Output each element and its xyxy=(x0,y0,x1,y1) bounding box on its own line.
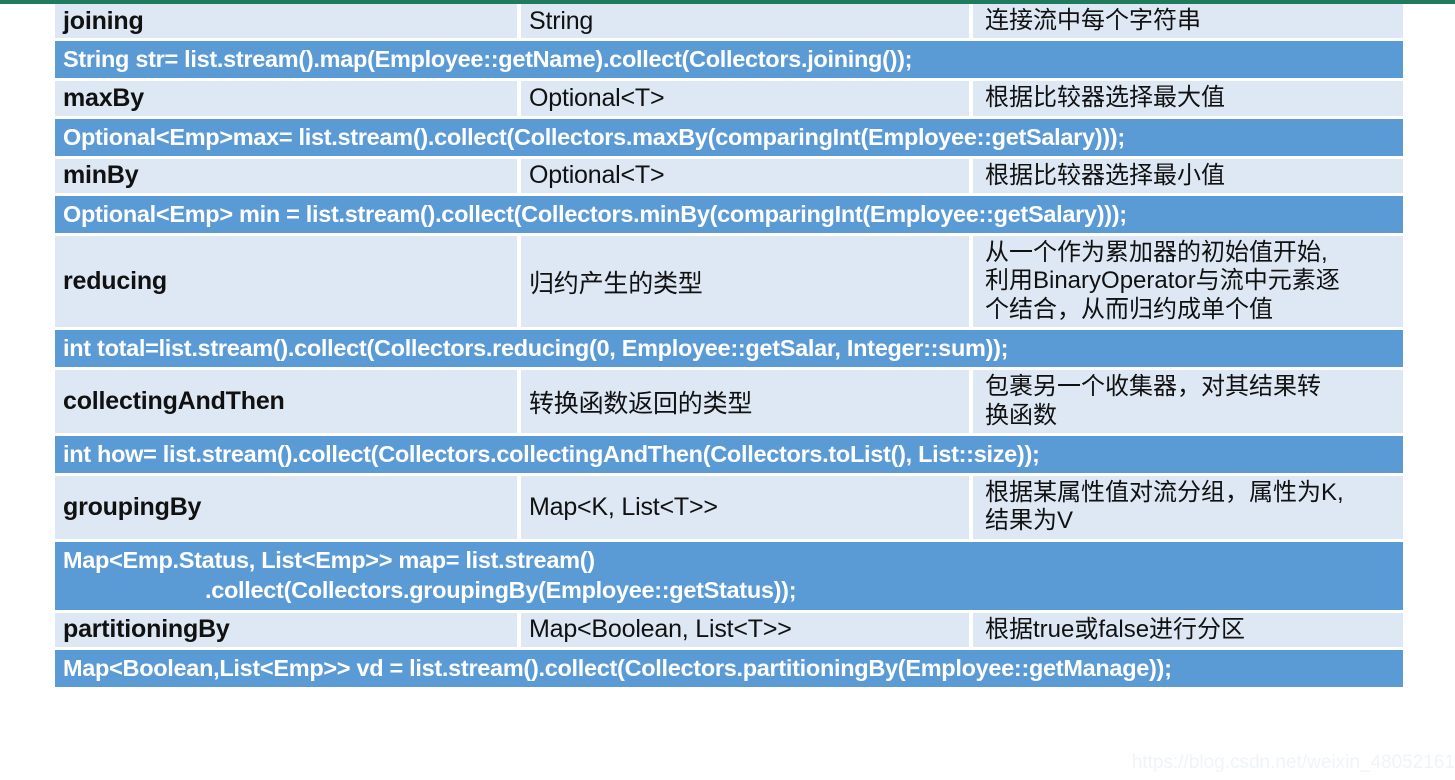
collector-name-cell: reducing xyxy=(55,236,517,328)
description-cell: 从一个作为累加器的初始值开始, 利用BinaryOperator与流中元素逐 个结合… xyxy=(973,236,1403,328)
description-line: 换函数 xyxy=(985,401,1057,429)
return-type-cell: 归约产生的类型 xyxy=(521,236,969,328)
code-example-row: int total=list.stream().collect(Collecto… xyxy=(55,330,1403,368)
table-screenshot: joining String 连接流中每个字符串 String str= list.s… xyxy=(0,0,1455,780)
code-line: Map<Boolean,List<Emp>> vd = list.stream(… xyxy=(63,654,1172,681)
table-row: minBy Optional<T> 根据比较器选择最小值 xyxy=(55,158,1403,194)
table-row: reducing 归约产生的类型 从一个作为累加器的初始值开始, 利用BinaryOp… xyxy=(55,236,1403,328)
code-line: String str= list.stream().map(Employee::… xyxy=(63,46,913,73)
code-example-row: String str= list.stream().map(Employee::… xyxy=(55,41,1403,79)
collector-name-cell: joining xyxy=(55,4,517,39)
collector-name-cell: partitioningBy xyxy=(55,612,517,647)
return-type-cell: Optional<T> xyxy=(521,158,969,194)
description-line: 利用BinaryOperator与流中元素逐 xyxy=(985,267,1340,295)
collector-name-cell: maxBy xyxy=(55,81,517,116)
description-cell: 根据true或false进行分区 xyxy=(973,612,1403,647)
code-line: int how= list.stream().collect(Collector… xyxy=(63,440,1040,467)
code-example-row: Map<Emp.Status, List<Emp>> map= list.str… xyxy=(55,541,1403,610)
table-row: partitioningBy Map<Boolean, List<T>> 根据tru… xyxy=(55,612,1403,647)
return-type-cell: 转换函数返回的类型 xyxy=(521,370,969,433)
code-example-row: int how= list.stream().collect(Collector… xyxy=(55,435,1403,473)
table-row: groupingBy Map<K, List<T>> 根据某属性值对流分组，属性为K… xyxy=(55,475,1403,539)
code-example-row: Map<Boolean,List<Emp>> vd = list.stream(… xyxy=(55,649,1403,687)
description-line: 根据比较器选择最小值 xyxy=(985,161,1225,189)
collector-name-cell: minBy xyxy=(55,158,517,194)
description-cell: 连接流中每个字符串 xyxy=(973,4,1403,39)
description-line: 包裹另一个收集器，对其结果转 xyxy=(985,373,1321,401)
code-line: .collect(Collectors.groupingBy(Employee:… xyxy=(205,577,797,604)
description-line: 从一个作为累加器的初始值开始, xyxy=(985,239,1328,267)
description-line: 连接流中每个字符串 xyxy=(985,7,1201,34)
description-cell: 根据比较器选择最小值 xyxy=(973,158,1403,194)
table-row: joining String 连接流中每个字符串 xyxy=(55,4,1403,39)
code-line: Optional<Emp>max= list.stream().collect(… xyxy=(63,123,1125,150)
code-line: Map<Emp.Status, List<Emp>> map= list.str… xyxy=(63,546,595,573)
table-row: maxBy Optional<T> 根据比较器选择最大值 xyxy=(55,81,1403,116)
return-type-cell: Map<K, List<T>> xyxy=(521,475,969,539)
watermark-text: https://blog.csdn.net/weixin_48052161 xyxy=(1131,752,1455,773)
return-type-cell: String xyxy=(521,4,969,39)
description-line: 根据某属性值对流分组，属性为K, xyxy=(985,478,1344,506)
code-line: int total=list.stream().collect(Collecto… xyxy=(63,335,1009,362)
description-line: 根据比较器选择最大值 xyxy=(985,84,1225,112)
code-example-row: Optional<Emp> min = list.stream().collec… xyxy=(55,196,1403,234)
return-type-cell: Map<Boolean, List<T>> xyxy=(521,612,969,647)
description-line: 根据true或false进行分区 xyxy=(985,615,1246,643)
description-line: 结果为V xyxy=(985,507,1074,535)
collectors-table: joining String 连接流中每个字符串 String str= list.s… xyxy=(55,4,1403,690)
description-cell: 根据某属性值对流分组，属性为K, 结果为V xyxy=(973,475,1403,539)
code-line: Optional<Emp> min = list.stream().collec… xyxy=(63,201,1127,228)
description-cell: 根据比较器选择最大值 xyxy=(973,81,1403,116)
return-type-cell: Optional<T> xyxy=(521,81,969,116)
description-line: 个结合，从而归约成单个值 xyxy=(985,295,1273,323)
table-row: collectingAndThen 转换函数返回的类型 包裹另一个收集器，对其结果转… xyxy=(55,370,1403,433)
code-example-row: Optional<Emp>max= list.stream().collect(… xyxy=(55,118,1403,156)
collector-name-cell: collectingAndThen xyxy=(55,370,517,433)
collector-name-cell: groupingBy xyxy=(55,475,517,539)
description-cell: 包裹另一个收集器，对其结果转 换函数 xyxy=(973,370,1403,433)
